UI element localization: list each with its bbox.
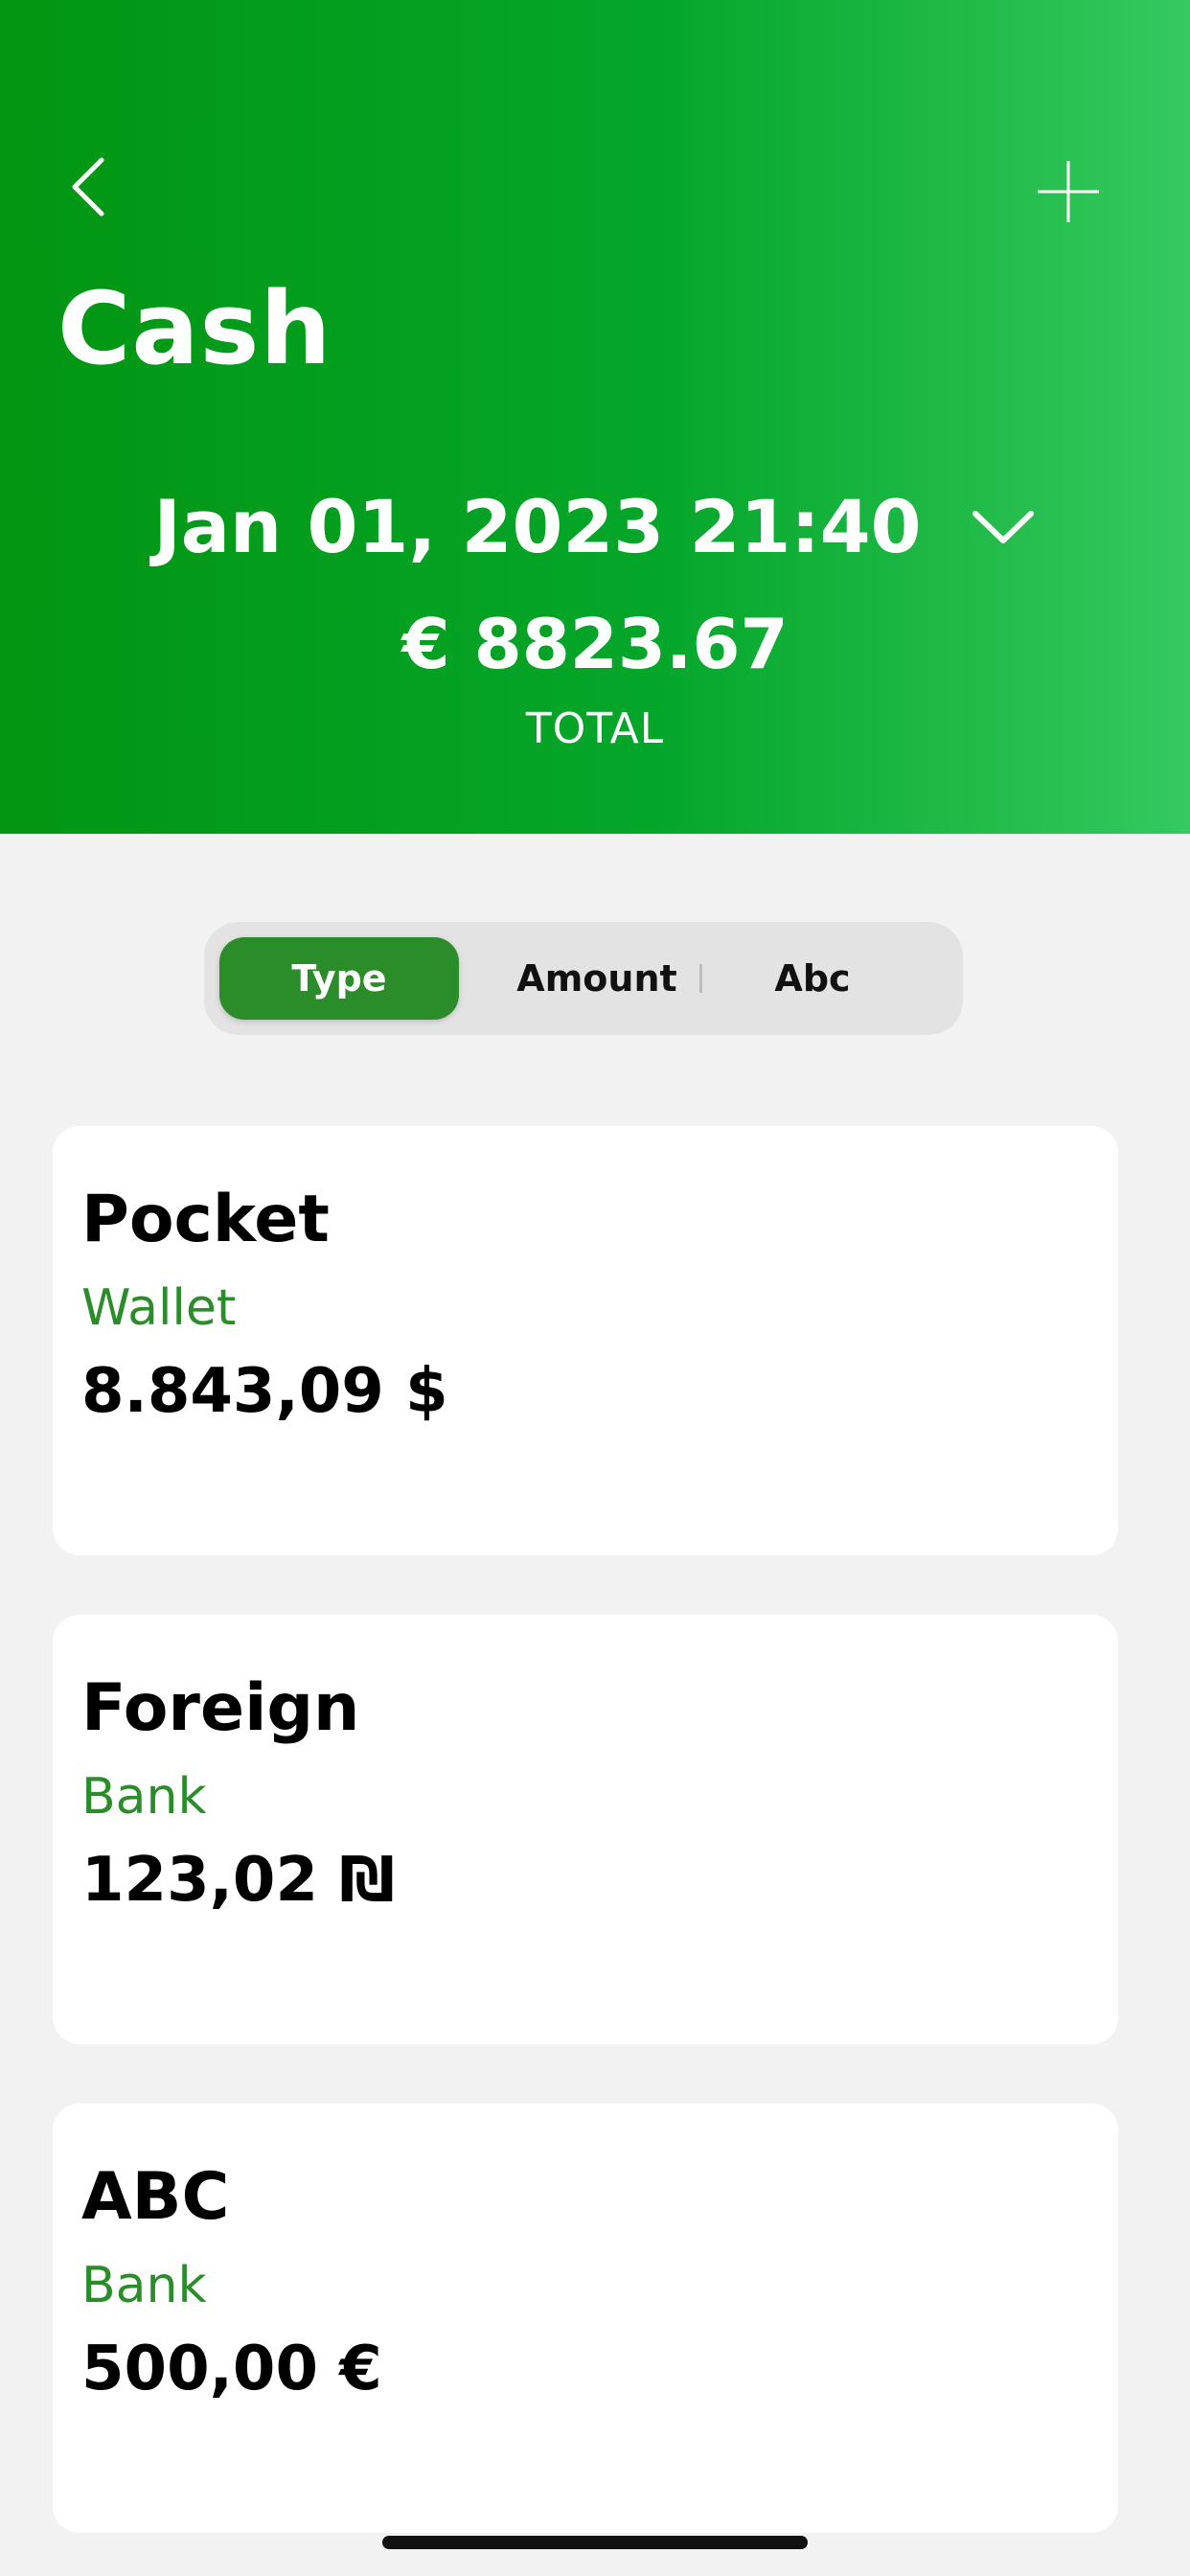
segment-type[interactable]: Type — [219, 937, 459, 1020]
account-balance: 500,00 € — [81, 2334, 382, 2404]
home-indicator — [382, 2536, 808, 2549]
account-balance: 123,02 ₪ — [81, 1845, 396, 1916]
add-button[interactable] — [1025, 149, 1111, 235]
account-type: Bank — [81, 2257, 207, 2314]
sort-segmented-control: Type Amount Abc — [204, 922, 963, 1035]
plus-icon — [1038, 161, 1099, 222]
chevron-left-icon — [72, 157, 104, 217]
account-balance: 8.843,09 $ — [81, 1356, 448, 1427]
back-button[interactable] — [50, 144, 126, 230]
account-card-abc[interactable]: ABC Bank 500,00 € — [53, 2104, 1118, 2533]
account-card-pocket[interactable]: Pocket Wallet 8.843,09 $ — [53, 1126, 1118, 1555]
date-text: Jan 01, 2023 21:40 — [153, 484, 922, 569]
page-title: Cash — [57, 270, 332, 387]
account-name: ABC — [81, 2159, 230, 2235]
account-name: Pocket — [81, 1182, 330, 1257]
segment-abc[interactable]: Abc — [702, 937, 923, 1020]
date-selector[interactable]: Jan 01, 2023 21:40 — [0, 484, 1190, 569]
account-type: Bank — [81, 1768, 207, 1826]
chevron-down-icon[interactable] — [970, 503, 1037, 551]
account-name: Foreign — [81, 1670, 360, 1746]
account-type: Wallet — [81, 1279, 237, 1337]
header: Cash Jan 01, 2023 21:40 € 8823.67 TOTAL — [0, 0, 1190, 834]
total-label: TOTAL — [525, 704, 665, 753]
segment-amount[interactable]: Amount — [492, 937, 702, 1020]
total-amount: € 8823.67 — [401, 604, 789, 684]
account-card-foreign[interactable]: Foreign Bank 123,02 ₪ — [53, 1615, 1118, 2044]
